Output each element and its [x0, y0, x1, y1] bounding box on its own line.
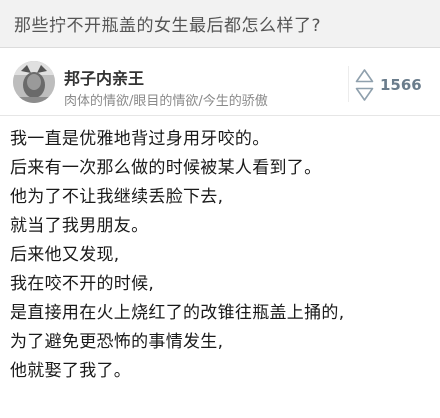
answer-line: 后来有一次那么做的时候被某人看到了。 — [10, 158, 322, 178]
vote-button[interactable] — [355, 68, 374, 102]
answer-line: 我在咬不开的时候, — [10, 274, 155, 294]
answer-line: 后来他又发现, — [10, 245, 120, 265]
answer-line: 是直接用在火上烧红了的改锥往瓶盖上捅的, — [10, 303, 345, 323]
author-info: 邦子内亲王 肉体的情欲/眼目的情欲/今生的骄傲 1566 — [0, 48, 440, 116]
question-header[interactable]: 那些拧不开瓶盖的女生最后都怎么样了? — [0, 0, 440, 48]
answer-line: 我一直是优雅地背过身用牙咬的。 — [10, 129, 270, 149]
downvote-arrow-icon[interactable] — [355, 87, 374, 102]
upvote-arrow-icon[interactable] — [355, 68, 374, 83]
answer-content: 我一直是优雅地背过身用牙咬的。 后来有一次那么做的时候被某人看到了。 他为了不让… — [10, 125, 430, 386]
answer-line: 他为了不让我继续丢脸下去, — [10, 187, 224, 207]
vote-count: 1566 — [380, 76, 422, 94]
question-title[interactable]: 那些拧不开瓶盖的女生最后都怎么样了? — [14, 11, 321, 36]
answer-line: 为了避免更恐怖的事情发生, — [10, 332, 224, 352]
avatar-image-icon — [13, 61, 55, 103]
answer-line: 就当了我男朋友。 — [10, 216, 149, 236]
vote-divider — [348, 66, 349, 102]
author-name[interactable]: 邦子内亲王 — [64, 65, 144, 89]
avatar[interactable] — [13, 61, 55, 103]
author-bio: 肉体的情欲/眼目的情欲/今生的骄傲 — [64, 94, 268, 109]
answer-line: 他就娶了我了。 — [10, 361, 132, 381]
answer-page: 那些拧不开瓶盖的女生最后都怎么样了? 邦子内亲王 肉体的情欲/眼目的情欲/今生的… — [0, 0, 440, 418]
